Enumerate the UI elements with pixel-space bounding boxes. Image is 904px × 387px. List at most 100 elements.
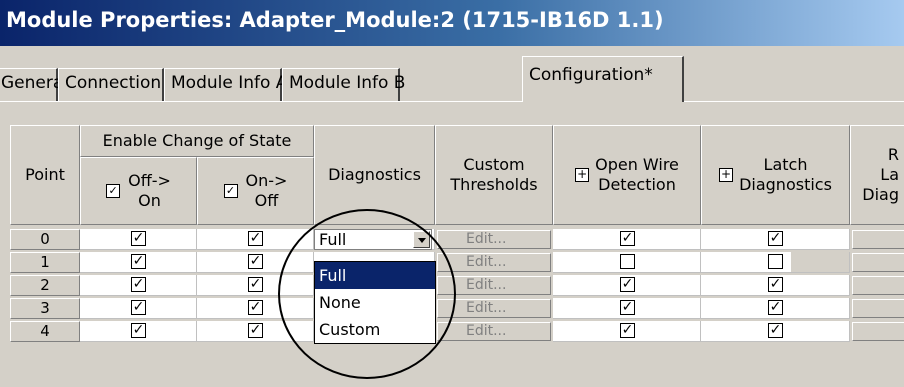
header-latch-diagnostics[interactable]: + Latch Diagnostics [701, 125, 850, 225]
off-on-checkbox-cell: ✓ [80, 321, 197, 342]
off-on-checkbox-cell: ✓ [80, 252, 197, 273]
open-wire-checkbox-cell [553, 252, 701, 273]
row-point-number: 4 [10, 321, 80, 342]
open-wire-checkbox[interactable]: ✓ [620, 231, 635, 246]
plus-box-icon: + [719, 167, 734, 182]
off-on-checkbox-cell: ✓ [80, 298, 197, 319]
on-off-checkbox-cell: ✓ [197, 252, 314, 273]
open-wire-checkbox-cell: ✓ [553, 275, 701, 296]
check-mark-icon: ✓ [106, 184, 121, 198]
header-off-on[interactable]: ✓ Off-> On [80, 157, 197, 225]
header-on-off-line2: Off [254, 191, 279, 210]
tab-connection-label: Connection [65, 73, 162, 93]
header-enable-change-of-state-label: Enable Change of State [102, 131, 292, 150]
edit-thresholds-button[interactable]: Edit... [437, 230, 551, 249]
edit-thresholds-button[interactable]: Edit... [437, 322, 551, 341]
off-on-checkbox[interactable]: ✓ [131, 323, 146, 338]
tab-module-info-a[interactable]: Module Info A [164, 68, 287, 101]
header-custom-thresholds-line2: Thresholds [450, 175, 538, 194]
on-off-checkbox[interactable]: ✓ [248, 231, 263, 246]
header-custom-thresholds: Custom Thresholds [435, 125, 553, 225]
header-reset-latch-diagnostics: R La Diag [850, 125, 904, 225]
tab-connection[interactable]: Connection [58, 68, 164, 101]
header-on-off[interactable]: ✓ On-> Off [197, 157, 314, 225]
latch-checkbox-cell [701, 252, 850, 273]
edit-thresholds-button[interactable]: Edit... [437, 276, 551, 295]
header-on-off-text: On-> Off [246, 171, 288, 211]
latch-checkbox[interactable]: ✓ [768, 323, 783, 338]
off-on-checkbox-cell: ✓ [80, 229, 197, 250]
reset-latch-button[interactable] [852, 299, 904, 318]
window-title-bar: Module Properties: Adapter_Module:2 (171… [0, 0, 904, 46]
header-open-wire-line2: Detection [598, 175, 676, 194]
dropdown-option-custom[interactable]: Custom [315, 316, 435, 343]
reset-latch-button[interactable] [852, 276, 904, 295]
on-off-checkbox[interactable]: ✓ [248, 277, 263, 292]
tab-configuration-label: Configuration* [529, 65, 653, 85]
reset-latch-button[interactable] [852, 253, 904, 272]
diagnostics-dropdown-list[interactable]: Full None Custom [314, 261, 436, 344]
open-wire-checkbox[interactable] [620, 254, 635, 269]
on-off-checkbox[interactable]: ✓ [248, 254, 263, 269]
tab-module-info-b[interactable]: Module Info B [282, 68, 405, 101]
latch-cell-disabled-area [791, 252, 849, 272]
open-wire-checkbox[interactable]: ✓ [620, 323, 635, 338]
latch-checkbox-cell: ✓ [701, 298, 850, 319]
diagnostics-select[interactable]: Full [314, 229, 432, 250]
open-wire-checkbox[interactable]: ✓ [620, 277, 635, 292]
header-latch-line1: Latch [763, 155, 808, 174]
window-title: Module Properties: Adapter_Module:2 (171… [6, 8, 664, 32]
header-open-wire-line1: Open Wire [595, 155, 679, 174]
header-off-on-line1: Off-> [128, 171, 171, 190]
header-custom-thresholds-line1: Custom [463, 155, 525, 174]
dropdown-option-none[interactable]: None [315, 289, 435, 316]
header-point: Point [10, 125, 80, 225]
off-on-checkbox[interactable]: ✓ [131, 300, 146, 315]
header-on-off-line1: On-> [245, 171, 288, 190]
reset-latch-button[interactable] [852, 230, 904, 249]
tab-general[interactable]: General [0, 68, 68, 101]
latch-checkbox[interactable]: ✓ [768, 300, 783, 315]
header-off-on-text: Off-> On [128, 171, 171, 211]
on-off-checkbox-cell: ✓ [197, 321, 314, 342]
open-wire-checkbox[interactable]: ✓ [620, 300, 635, 315]
header-reset-text: R La Diag [862, 145, 899, 205]
latch-checkbox[interactable]: ✓ [768, 277, 783, 292]
row-point-number: 1 [10, 252, 80, 273]
reset-latch-button[interactable] [852, 322, 904, 341]
latch-checkbox[interactable] [768, 254, 783, 269]
off-on-checkbox-cell: ✓ [80, 275, 197, 296]
tab-module-info-a-label: Module Info A [171, 73, 288, 93]
off-on-checkbox[interactable]: ✓ [131, 277, 146, 292]
open-wire-checkbox-cell: ✓ [553, 229, 701, 250]
off-on-checkbox[interactable]: ✓ [131, 254, 146, 269]
on-off-checkbox[interactable]: ✓ [248, 300, 263, 315]
diagnostics-cell: Full [314, 229, 435, 250]
edit-thresholds-button[interactable]: Edit... [437, 299, 551, 318]
edit-thresholds-button[interactable]: Edit... [437, 253, 551, 272]
on-off-checkbox-cell: ✓ [197, 275, 314, 296]
header-reset-line2: La [880, 165, 899, 184]
latch-checkbox-cell: ✓ [701, 229, 850, 250]
header-point-label: Point [25, 165, 65, 184]
latch-checkbox[interactable]: ✓ [768, 231, 783, 246]
header-reset-line3: Diag [862, 185, 899, 204]
latch-checkbox-cell: ✓ [701, 275, 850, 296]
on-off-checkbox[interactable]: ✓ [248, 323, 263, 338]
dropdown-option-full[interactable]: Full [315, 262, 435, 289]
tab-module-info-b-label: Module Info B [289, 73, 406, 93]
on-off-checkbox-cell: ✓ [197, 298, 314, 319]
chevron-down-icon[interactable] [413, 231, 430, 248]
header-latch-line2: Diagnostics [739, 175, 832, 194]
plus-box-icon: + [575, 167, 590, 182]
latch-checkbox-cell: ✓ [701, 321, 850, 342]
header-open-wire-detection[interactable]: + Open Wire Detection [553, 125, 701, 225]
tab-configuration[interactable]: Configuration* [522, 56, 684, 102]
off-on-checkbox[interactable]: ✓ [131, 231, 146, 246]
row-point-number: 3 [10, 298, 80, 319]
row-point-number: 2 [10, 275, 80, 296]
row-point-number: 0 [10, 229, 80, 250]
header-diagnostics-label: Diagnostics [328, 165, 421, 184]
check-mark-icon: ✓ [223, 184, 238, 198]
header-custom-thresholds-text: Custom Thresholds [450, 155, 537, 195]
